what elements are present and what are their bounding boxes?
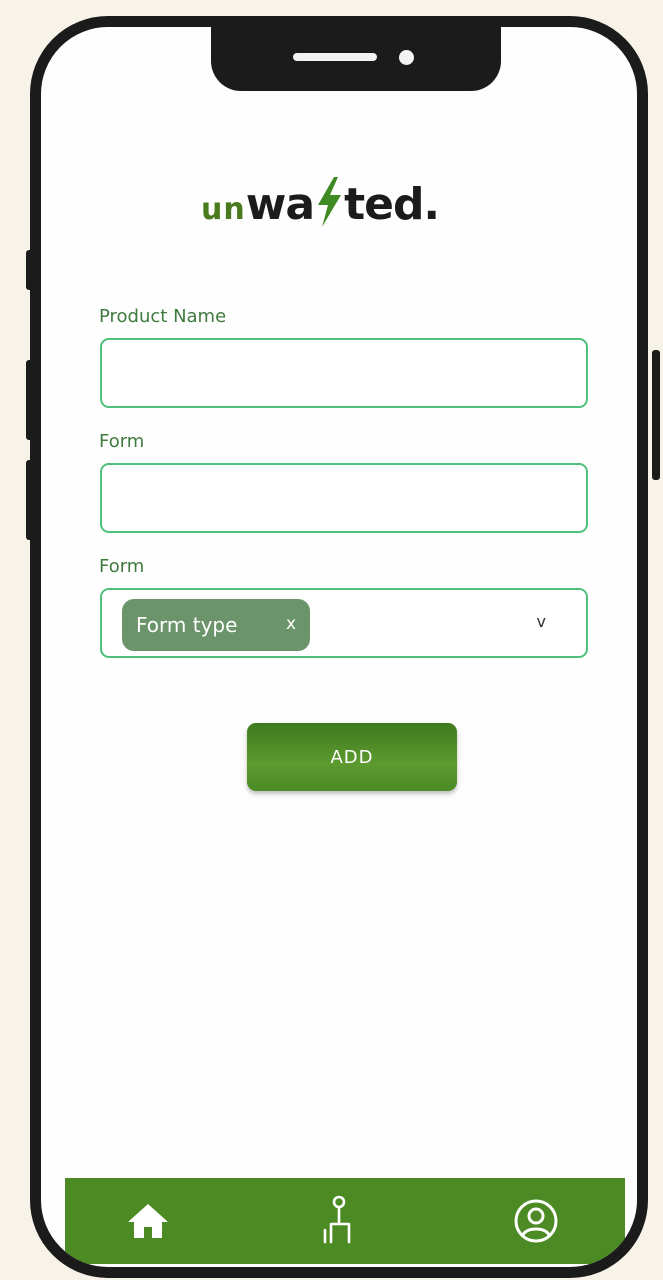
app-logo: unwa ted. [201,177,440,230]
form-type-chip-label: Form type [136,613,238,637]
user-circle-icon [514,1199,558,1243]
bottom-navigation-bar [65,1178,625,1264]
lightning-bolt-icon [318,177,342,227]
phone-side-button-right [652,350,660,480]
logo-part-2: ted. [344,179,440,230]
front-camera [399,50,414,65]
chevron-down-icon[interactable]: v [537,612,546,631]
form-label-2: Form [99,556,145,577]
logo-prefix: un [201,192,246,227]
phone-notch [211,27,501,91]
form-input-1[interactable] [102,465,586,531]
product-name-label: Product Name [99,306,227,327]
person-podium-icon [323,1195,351,1244]
product-name-field[interactable] [100,338,588,408]
nav-item-donate[interactable] [297,1178,387,1264]
form-label-1: Form [99,431,145,452]
form-field-1[interactable] [100,463,588,533]
form-type-chip[interactable]: Form type x [122,599,310,651]
chip-remove-icon[interactable]: x [286,614,296,634]
home-icon [128,1204,168,1238]
product-name-input[interactable] [102,340,586,406]
phone-frame: unwa ted. Product Name Form Form Form typ… [30,16,648,1278]
nav-item-home[interactable] [103,1178,193,1264]
add-button[interactable]: ADD [247,723,457,791]
logo-part-1: wa [245,179,315,230]
form-type-select[interactable]: Form type x v [100,588,588,658]
speaker-grille [293,53,377,61]
nav-item-profile[interactable] [491,1178,581,1264]
